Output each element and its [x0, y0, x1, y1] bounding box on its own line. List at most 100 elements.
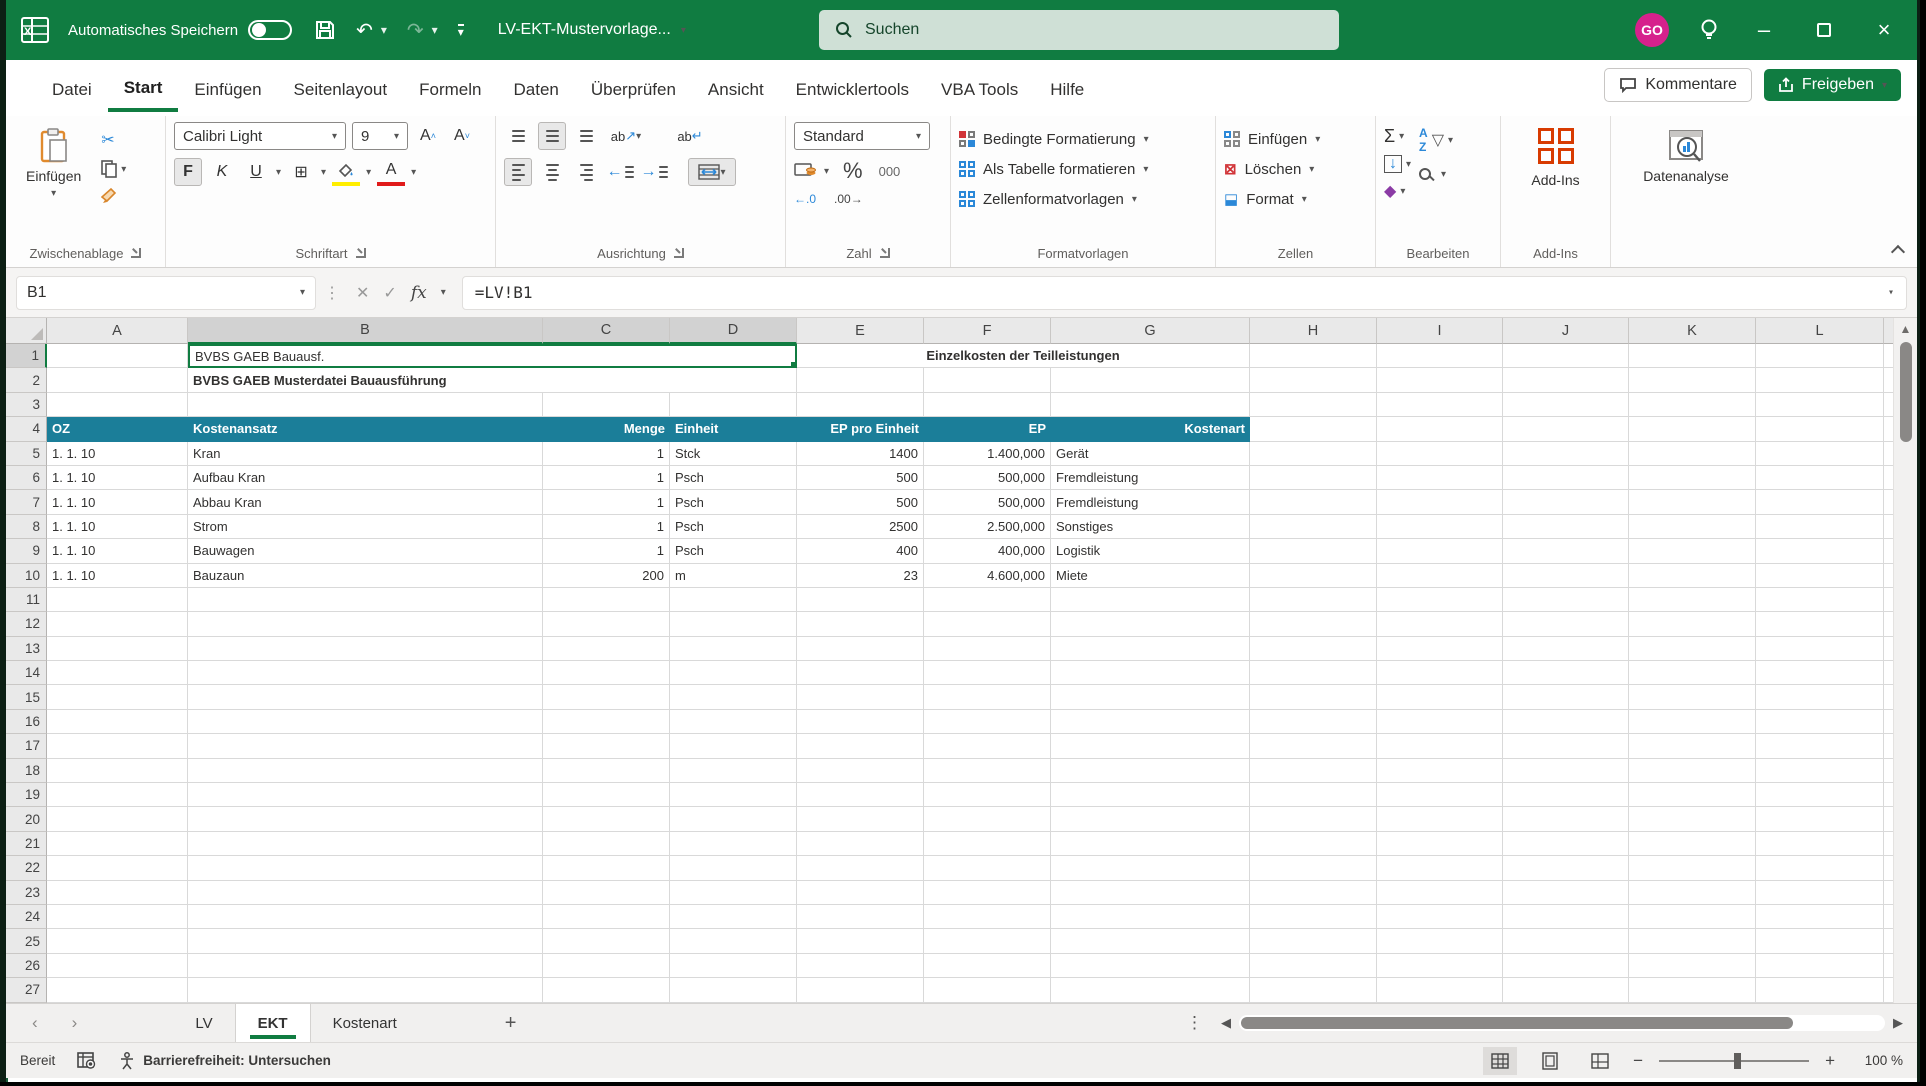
- avatar[interactable]: GO: [1635, 13, 1669, 47]
- cell-G9[interactable]: Logistik: [1051, 539, 1250, 564]
- cell-I25[interactable]: [1377, 929, 1503, 954]
- macro-record-icon[interactable]: [77, 1051, 97, 1070]
- row-header-10[interactable]: 10: [6, 563, 47, 588]
- scroll-right-icon[interactable]: ▶: [1893, 1015, 1903, 1031]
- cell-C10[interactable]: 200: [543, 563, 670, 588]
- cell-J19[interactable]: [1503, 783, 1629, 808]
- cell-K9[interactable]: [1629, 539, 1756, 564]
- cell-C15[interactable]: [543, 685, 670, 710]
- cell-G6[interactable]: Fremdleistung: [1051, 465, 1250, 491]
- align-top-icon[interactable]: [504, 122, 532, 150]
- cell-E2[interactable]: [797, 368, 924, 393]
- cell-H7[interactable]: [1250, 490, 1377, 515]
- row-header-3[interactable]: 3: [6, 392, 47, 418]
- cell-L22[interactable]: [1756, 856, 1884, 881]
- cell-B16[interactable]: [188, 709, 543, 735]
- cell-E18[interactable]: [797, 758, 924, 784]
- row-header-15[interactable]: 15: [6, 685, 47, 710]
- cell-I12[interactable]: [1377, 612, 1503, 637]
- bold-button[interactable]: F: [174, 158, 202, 186]
- cell-C18[interactable]: [543, 758, 670, 784]
- cell-styles-button[interactable]: Zellenformatvorlagen ▾: [959, 184, 1207, 214]
- cell-I9[interactable]: [1377, 539, 1503, 564]
- cell-C6[interactable]: 1: [543, 465, 670, 491]
- select-all-corner[interactable]: [6, 318, 47, 344]
- cell-E1-merged-title[interactable]: Einzelkosten der Teilleistungen: [797, 344, 1250, 369]
- cell-I24[interactable]: [1377, 904, 1503, 930]
- row-header-27[interactable]: 27: [6, 978, 47, 1003]
- cell-E7[interactable]: 500: [797, 490, 924, 515]
- cell-J26[interactable]: [1503, 953, 1629, 979]
- cell-C21[interactable]: [543, 831, 670, 857]
- cell-I27[interactable]: [1377, 978, 1503, 1003]
- excel-logo-icon[interactable]: X: [20, 15, 50, 45]
- cell-H24[interactable]: [1250, 904, 1377, 930]
- delete-cells-button[interactable]: ⊠ Löschen ▾: [1224, 154, 1367, 184]
- cell-D20[interactable]: [670, 807, 797, 832]
- font-color-icon[interactable]: A: [377, 158, 406, 186]
- cell-B15[interactable]: [188, 685, 543, 710]
- cell-H20[interactable]: [1250, 807, 1377, 832]
- cell-G21[interactable]: [1051, 831, 1250, 857]
- cell-C3[interactable]: [543, 392, 670, 418]
- cell-B9[interactable]: Bauwagen: [188, 539, 543, 564]
- cell-L13[interactable]: [1756, 636, 1884, 662]
- cell-C14[interactable]: [543, 661, 670, 686]
- cell-E23[interactable]: [797, 880, 924, 905]
- column-header-E[interactable]: E: [797, 318, 924, 344]
- cell-J17[interactable]: [1503, 734, 1629, 759]
- cell-L27[interactable]: [1756, 978, 1884, 1003]
- data-analysis-button[interactable]: Datenanalyse: [1631, 122, 1741, 190]
- cell-I6[interactable]: [1377, 465, 1503, 491]
- row-header-22[interactable]: 22: [6, 856, 47, 881]
- cell-G24[interactable]: [1051, 904, 1250, 930]
- tab-seitenlayout[interactable]: Seitenlayout: [278, 66, 404, 110]
- cell-E22[interactable]: [797, 856, 924, 881]
- tab-datei[interactable]: Datei: [36, 66, 108, 110]
- cell-H9[interactable]: [1250, 539, 1377, 564]
- cell-I13[interactable]: [1377, 636, 1503, 662]
- cell-H22[interactable]: [1250, 856, 1377, 881]
- cell-A27[interactable]: [47, 978, 188, 1003]
- cell-H4[interactable]: [1250, 417, 1377, 442]
- clear-button[interactable]: ◆ ▾: [1384, 181, 1411, 201]
- cell-A3[interactable]: [47, 392, 188, 418]
- wrap-text-icon[interactable]: ab ↵: [670, 122, 710, 150]
- cell-D21[interactable]: [670, 831, 797, 857]
- cell-J3[interactable]: [1503, 392, 1629, 418]
- cell-D26[interactable]: [670, 953, 797, 979]
- row-header-9[interactable]: 9: [6, 539, 47, 564]
- cell-D13[interactable]: [670, 636, 797, 662]
- cell-A15[interactable]: [47, 685, 188, 710]
- cell-B22[interactable]: [188, 856, 543, 881]
- cell-L11[interactable]: [1756, 587, 1884, 613]
- page-break-view-button[interactable]: [1583, 1047, 1617, 1075]
- cell-H1[interactable]: [1250, 344, 1377, 369]
- decrease-indent-icon[interactable]: ←: [606, 158, 634, 186]
- font-name-select[interactable]: Calibri Light ▾: [174, 122, 346, 150]
- cell-F22[interactable]: [924, 856, 1051, 881]
- row-header-6[interactable]: 6: [6, 465, 47, 491]
- table-header-B4[interactable]: Kostenansatz: [188, 417, 543, 442]
- cell-L7[interactable]: [1756, 490, 1884, 515]
- cell-I20[interactable]: [1377, 807, 1503, 832]
- cell-D25[interactable]: [670, 929, 797, 954]
- cell-C22[interactable]: [543, 856, 670, 881]
- title-chevron-icon[interactable]: ▾: [681, 25, 686, 36]
- cell-K10[interactable]: [1629, 563, 1756, 588]
- column-header-J[interactable]: J: [1503, 318, 1629, 344]
- insert-function-icon[interactable]: fx: [411, 283, 427, 303]
- cell-C24[interactable]: [543, 904, 670, 930]
- cell-G11[interactable]: [1051, 587, 1250, 613]
- cell-A20[interactable]: [47, 807, 188, 832]
- cell-L3[interactable]: [1756, 392, 1884, 418]
- cell-E25[interactable]: [797, 929, 924, 954]
- cell-C8[interactable]: 1: [543, 514, 670, 540]
- column-header-A[interactable]: A: [47, 318, 188, 344]
- row-header-8[interactable]: 8: [6, 514, 47, 540]
- italic-button[interactable]: K: [208, 158, 236, 186]
- cell-A7[interactable]: 1. 1. 10: [47, 490, 188, 515]
- cell-L1[interactable]: [1756, 344, 1884, 369]
- cell-D18[interactable]: [670, 758, 797, 784]
- column-header-B[interactable]: B: [188, 318, 543, 344]
